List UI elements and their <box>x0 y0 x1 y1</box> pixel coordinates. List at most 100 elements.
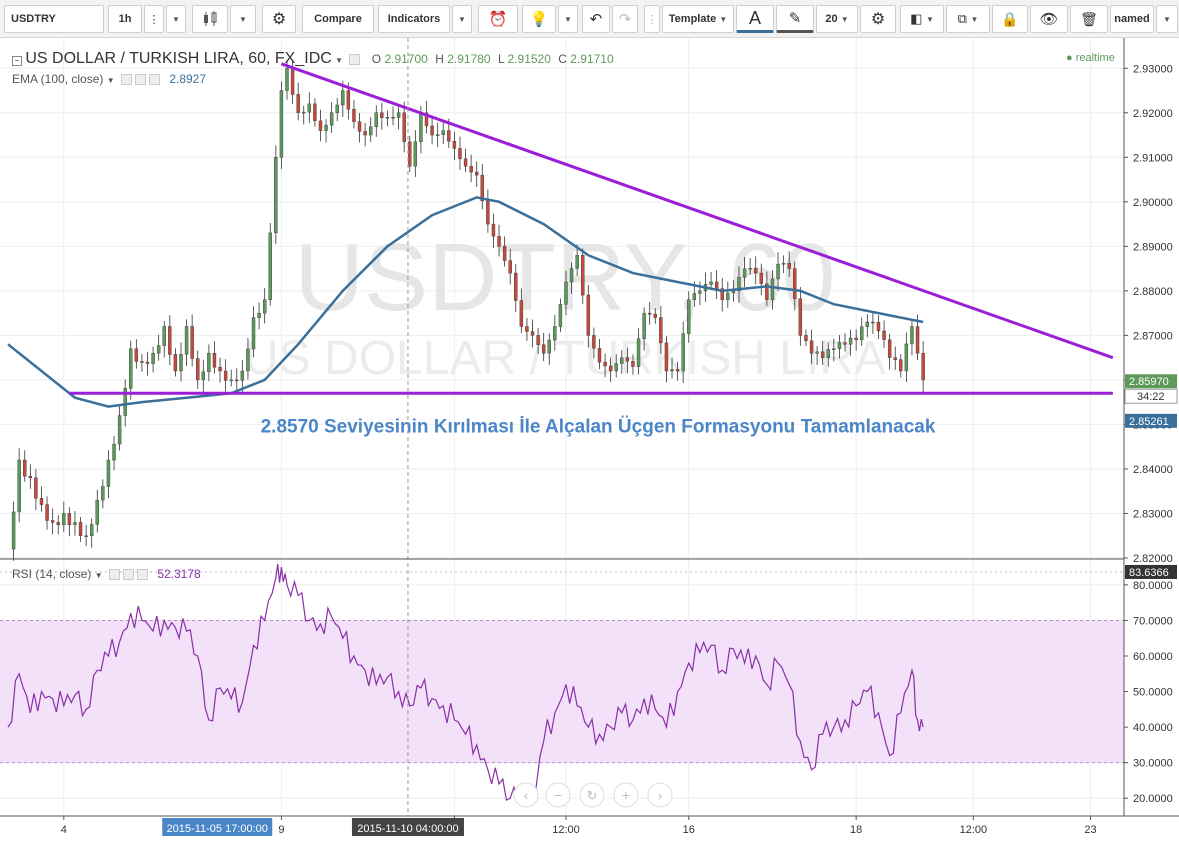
candle-body <box>145 361 150 364</box>
candle-body <box>575 255 579 269</box>
redo-icon[interactable]: ↷ <box>612 5 638 33</box>
indicators-chevron-down-icon[interactable]: ▼ <box>452 5 472 33</box>
candle-body <box>502 246 507 261</box>
candle-body <box>212 353 217 368</box>
ema-legend-label[interactable]: EMA (100, close) <box>12 72 103 86</box>
x-tick-label: 23 <box>1084 824 1096 836</box>
symbol-search-button[interactable]: USDTRY <box>4 5 104 33</box>
y-tick-label: 50.0000 <box>1133 687 1173 699</box>
candle-body <box>698 290 702 294</box>
alert-clock-icon[interactable]: ⏰ <box>478 5 518 33</box>
y-tick-label: 60.0000 <box>1133 651 1173 663</box>
candle-body <box>709 281 713 285</box>
candle-body <box>95 499 99 525</box>
indicators-button[interactable]: Indicators <box>378 5 450 33</box>
interval-button[interactable]: 1h <box>108 5 142 33</box>
candle-body <box>692 293 697 300</box>
layout-name-button[interactable]: named <box>1110 5 1154 33</box>
delete-trash-icon[interactable]: 🗑 <box>1070 5 1108 33</box>
candle-body <box>463 158 468 167</box>
candle-body <box>34 477 38 499</box>
lock-icon[interactable]: 🔒 <box>992 5 1028 33</box>
y-tick-label: 2.93000 <box>1133 63 1173 75</box>
candle-body <box>173 354 178 372</box>
candle-body <box>112 443 116 461</box>
candle-body <box>469 166 473 173</box>
template-button[interactable]: Template ▼ <box>662 5 734 33</box>
candle-body <box>168 326 172 355</box>
pattern-annotation[interactable]: 2.8570 Seviyesinin Kırılması İle Alçalan… <box>261 416 936 437</box>
line-color-pencil-icon[interactable]: ✎ <box>776 5 814 33</box>
rsi-chevron-down-icon[interactable]: ▼ <box>95 571 103 580</box>
candle-body <box>642 312 646 339</box>
compare-button[interactable]: Compare <box>302 5 374 33</box>
candle-body <box>675 369 680 372</box>
candle-body <box>279 90 284 158</box>
candle-body <box>402 112 406 143</box>
rsi-remove-icon[interactable] <box>136 569 148 581</box>
candle-body <box>190 326 194 359</box>
ema-format-icon[interactable] <box>134 74 146 86</box>
last-price-text: 2.85970 <box>1129 376 1169 388</box>
candle-body <box>497 236 501 247</box>
candle-body <box>648 312 652 315</box>
symbol-title[interactable]: US DOLLAR / TURKISH LIRA, 60, FX_IDC <box>25 50 331 67</box>
candle-body <box>385 117 390 119</box>
title-chevron-down-icon[interactable]: ▼ <box>335 56 343 65</box>
drag-handle-icon[interactable]: ⋮ <box>644 5 660 33</box>
ideas-chevron-down-icon[interactable]: ▼ <box>558 5 578 33</box>
candle-body <box>341 90 345 106</box>
candle-body <box>603 361 607 367</box>
date-badge-2-text: 2015-11-10 04:00:00 <box>357 823 458 835</box>
settings-gear-icon[interactable]: ⚙ <box>262 5 296 33</box>
interval-chevron-down-icon[interactable]: ▼ <box>166 5 186 33</box>
bring-front-icon[interactable]: ◧ ▼ <box>900 5 944 33</box>
x-tick-label: 12:00 <box>960 824 988 836</box>
ema-remove-icon[interactable] <box>148 74 160 86</box>
realtime-label: realtime <box>1075 52 1115 64</box>
candle-body <box>318 120 323 131</box>
symbol-label: USDTRY <box>11 13 56 25</box>
ema-settings-icon[interactable] <box>120 74 132 86</box>
candle-body <box>441 130 445 135</box>
ema-chevron-down-icon[interactable]: ▼ <box>107 76 115 85</box>
candle-body <box>514 272 518 301</box>
collapse-icon[interactable]: − <box>12 56 22 66</box>
candle-body <box>262 299 267 314</box>
candle-body <box>597 348 602 363</box>
chart-style-chevron-down-icon[interactable]: ▼ <box>230 5 256 33</box>
undo-icon[interactable]: ↶ <box>582 5 610 33</box>
rsi-legend-label[interactable]: RSI (14, close) <box>12 567 91 581</box>
candle-body <box>620 357 624 364</box>
candlestick-style-icon[interactable] <box>192 5 228 33</box>
font-size-dropdown[interactable]: 20 ▼ <box>816 5 858 33</box>
interval-more-icon[interactable]: ⋮ <box>144 5 164 33</box>
candle-body <box>396 112 401 118</box>
rsi-settings-icon[interactable] <box>108 569 120 581</box>
candle-body <box>151 353 155 364</box>
candle-body <box>324 124 328 131</box>
candle-body <box>486 200 490 225</box>
candle-body <box>854 337 858 341</box>
ideas-lightbulb-icon[interactable]: 💡 <box>522 5 556 33</box>
candle-body <box>608 365 613 372</box>
candle-body <box>832 348 836 350</box>
candle-body <box>45 504 49 521</box>
legend-settings-icon[interactable] <box>349 54 361 66</box>
rsi-format-icon[interactable] <box>122 569 134 581</box>
countdown-text: 34:22 <box>1137 391 1165 403</box>
candle-body <box>67 513 72 525</box>
text-color-icon[interactable]: A <box>736 5 774 33</box>
candle-body <box>614 363 618 372</box>
candle-body <box>458 148 462 160</box>
candle-body <box>625 357 630 362</box>
candle-body <box>129 348 133 389</box>
drawing-settings-gear-icon[interactable]: ⚙ <box>860 5 896 33</box>
candle-body <box>23 459 27 477</box>
clone-icon[interactable]: ⧉ ▼ <box>946 5 990 33</box>
layout-chevron-down-icon[interactable]: ▼ <box>1156 5 1178 33</box>
chart-area[interactable]: USDTRY, 60 US DOLLAR / TURKISH LIRA 2.85… <box>0 38 1179 842</box>
candle-body <box>776 263 780 280</box>
visibility-eye-icon[interactable]: 👁 <box>1030 5 1068 33</box>
candle-body <box>246 348 250 372</box>
